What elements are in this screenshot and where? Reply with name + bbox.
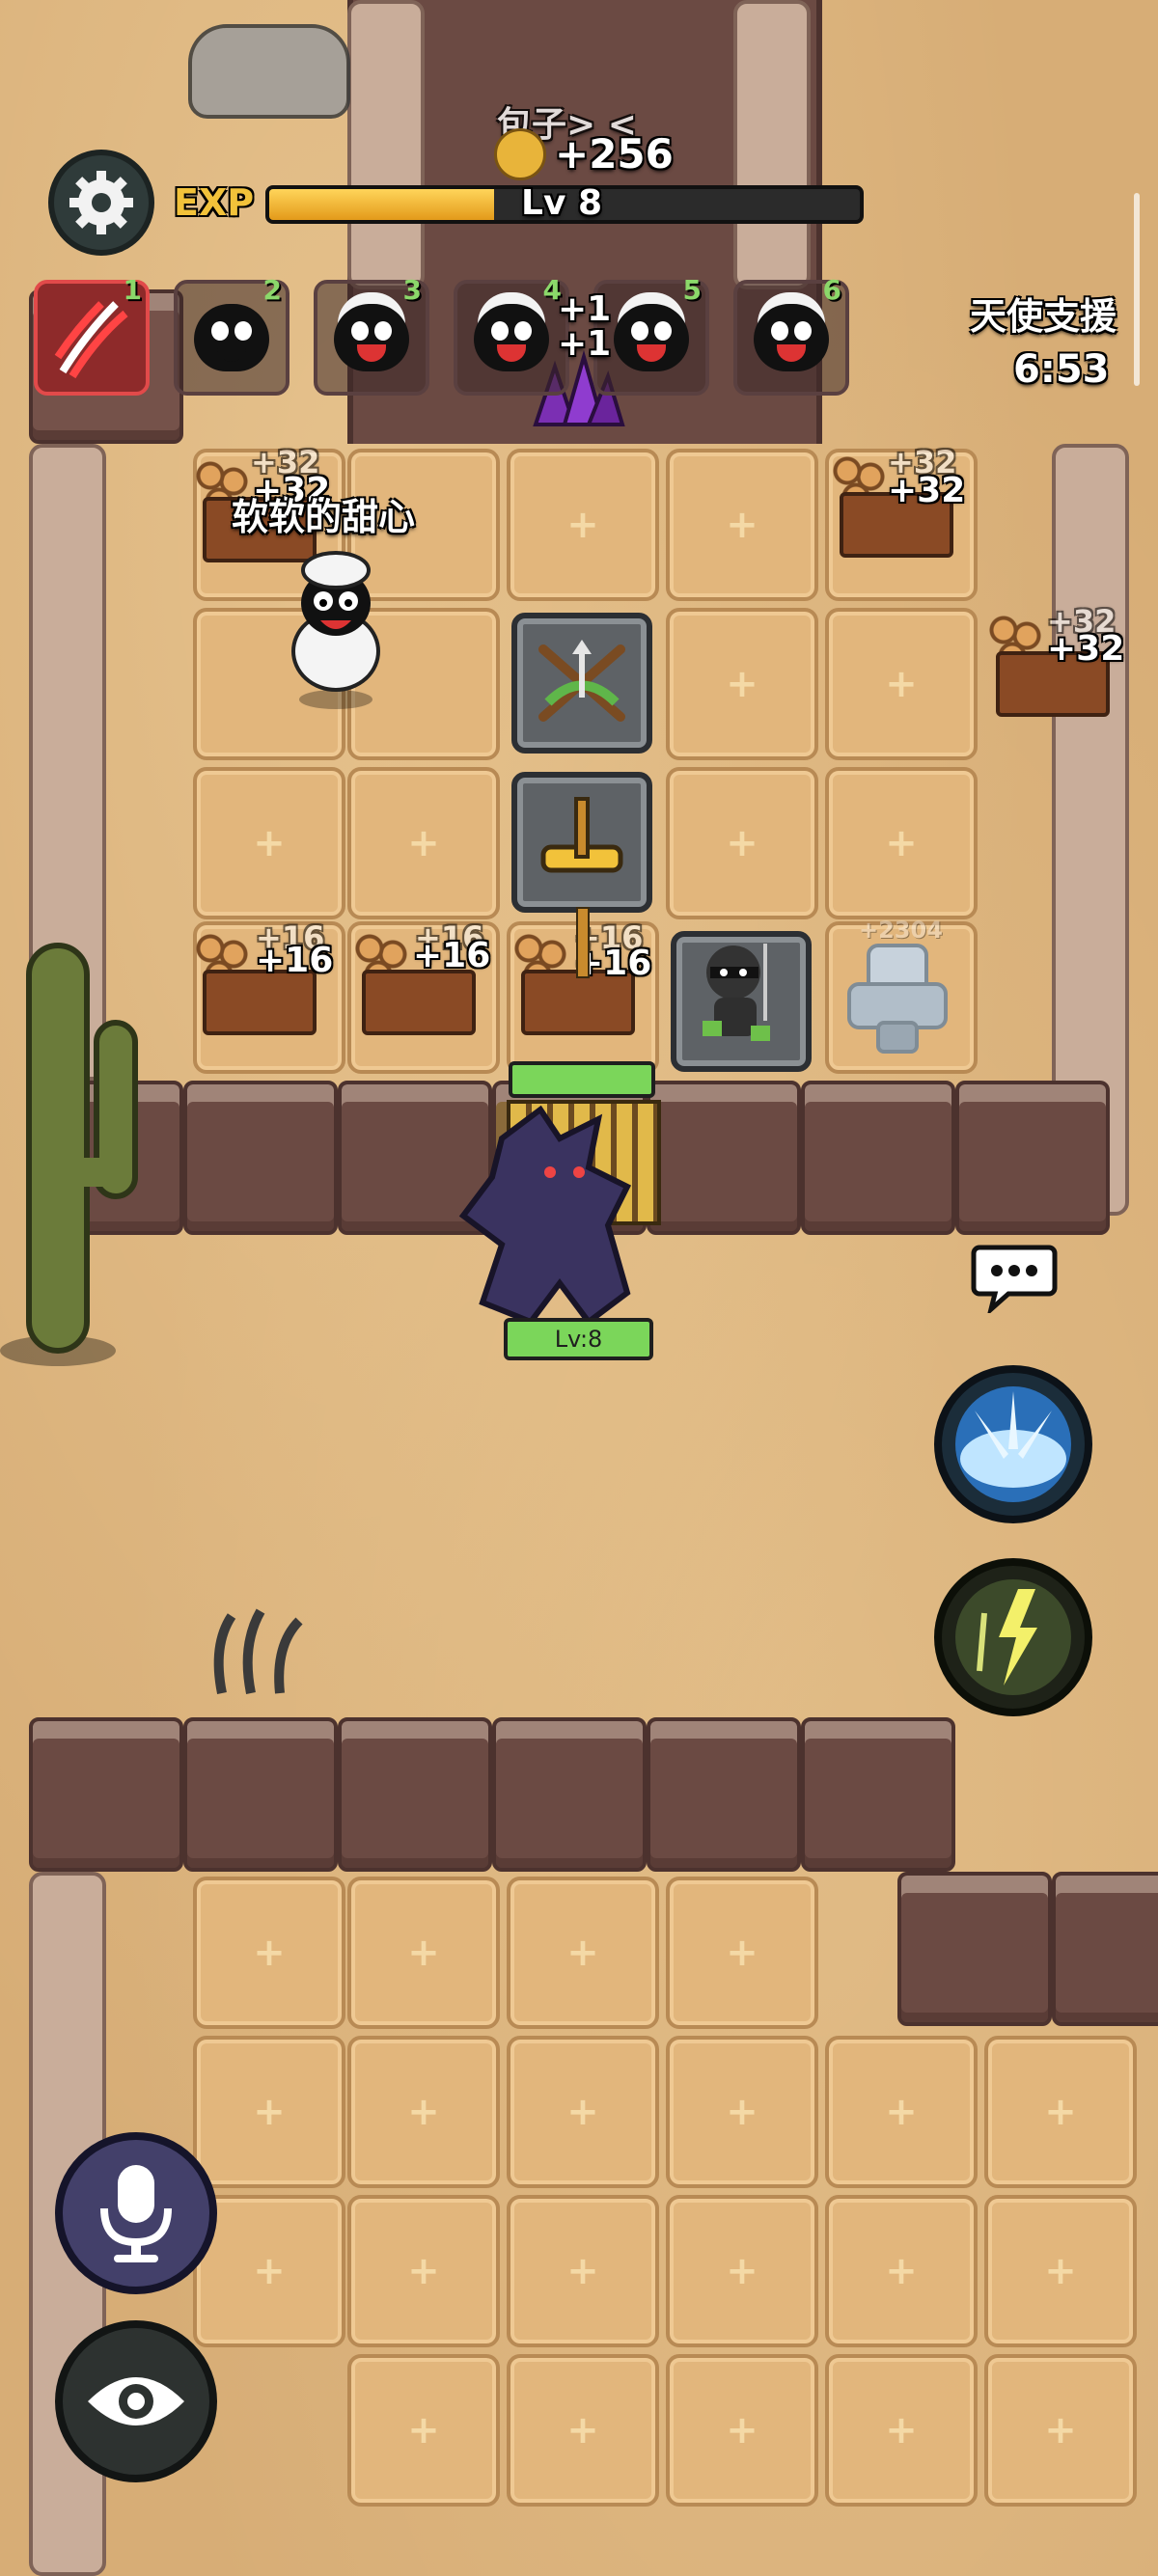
build-tile[interactable]: +: [666, 2195, 818, 2347]
build-tile[interactable]: +: [347, 2195, 500, 2347]
team-slot-number: 2: [262, 274, 282, 306]
ninja-turret[interactable]: [671, 931, 812, 1072]
boss-health-bar: [509, 1061, 655, 1098]
slot-overlay-gain-1: +1: [558, 289, 612, 329]
chat-button[interactable]: [970, 1240, 1059, 1317]
build-tile[interactable]: +: [666, 767, 818, 919]
build-tile[interactable]: +: [825, 608, 978, 760]
build-tile[interactable]: +: [825, 767, 978, 919]
lumber-yield-front: +16: [256, 941, 334, 980]
lightning-figure-icon: [955, 1579, 1071, 1695]
build-tile[interactable]: +: [347, 767, 500, 919]
boss-level: Lv:8: [554, 1326, 603, 1353]
build-tile[interactable]: +: [507, 2195, 659, 2347]
build-tile[interactable]: +: [825, 2354, 978, 2507]
microphone-button[interactable]: [55, 2132, 217, 2294]
lightning-skill-button[interactable]: [934, 1558, 1092, 1716]
lower-room-top-wall: [29, 1717, 955, 1872]
exp-bar-fill: [269, 189, 494, 220]
team-slot-number: 5: [682, 274, 702, 306]
crossbow-trap[interactable]: [511, 613, 652, 754]
bones: [203, 1606, 328, 1703]
top-wall-stone-left: [347, 0, 425, 289]
player-name: 软软的甜心: [232, 496, 416, 538]
black-sheep-icon: [194, 304, 269, 371]
build-tile[interactable]: +: [193, 767, 345, 919]
exp-label: EXP: [174, 181, 255, 224]
build-tile[interactable]: +: [347, 2036, 500, 2188]
scroll-indicator: [1134, 193, 1140, 386]
build-tile[interactable]: +: [507, 449, 659, 601]
animal-skull: [188, 24, 350, 119]
build-tile[interactable]: +: [347, 1877, 500, 2029]
eye-icon: [88, 2377, 184, 2425]
build-tile[interactable]: +: [193, 2036, 345, 2188]
lower-room-right-wall: [897, 1872, 1158, 2026]
build-tile[interactable]: +: [984, 2354, 1137, 2507]
cactus: [0, 926, 183, 1370]
lumber-yield-front: +32: [1047, 629, 1125, 669]
build-tile[interactable]: +: [666, 2036, 818, 2188]
build-tile[interactable]: +: [825, 2195, 978, 2347]
view-button[interactable]: [55, 2320, 217, 2482]
spike-pole: [576, 907, 590, 978]
claw-skill-icon: [54, 301, 128, 379]
boss-level-badge: Lv:8: [504, 1318, 653, 1360]
sheep-icon: [754, 304, 829, 371]
build-tile[interactable]: +: [666, 1877, 818, 2029]
build-tile[interactable]: +: [984, 2195, 1137, 2347]
team-slot-number: 3: [402, 274, 422, 306]
lumber-yield-front: +32: [888, 471, 966, 510]
team-slot-1[interactable]: 1: [34, 274, 150, 396]
build-tile[interactable]: +: [507, 2036, 659, 2188]
sheep-icon: [474, 304, 549, 371]
settings-button[interactable]: [48, 150, 154, 256]
turret-icon: [847, 944, 948, 1054]
team-slot-4[interactable]: 4: [454, 274, 569, 396]
top-gain: +256: [555, 130, 674, 178]
team-slot-number: 1: [123, 274, 142, 306]
build-tile[interactable]: +: [984, 2036, 1137, 2188]
crossbow-icon: [538, 640, 625, 722]
coin-icon: [494, 128, 546, 180]
sheep-icon: [334, 304, 409, 371]
sheep-icon: [614, 304, 689, 371]
build-tile[interactable]: +: [666, 449, 818, 601]
build-tile[interactable]: +: [507, 2354, 659, 2507]
microphone-icon: [100, 2165, 172, 2262]
team-slot-2[interactable]: 2: [174, 274, 290, 396]
support-timer: 6:53: [1013, 347, 1110, 392]
stone-turret[interactable]: [835, 941, 960, 1056]
build-tile[interactable]: +: [347, 2354, 500, 2507]
build-tile[interactable]: +: [507, 1877, 659, 2029]
spike-icon: [540, 797, 623, 873]
slot-overlay-gain-2: +1: [558, 324, 612, 364]
support-title: 天使支援: [970, 295, 1117, 338]
team-slot-6[interactable]: 6: [733, 274, 849, 396]
boss-werewolf: [444, 1100, 666, 1331]
spike-trap[interactable]: [511, 772, 652, 913]
top-wall-stone-right: [733, 0, 811, 289]
ninja-icon: [703, 944, 770, 1041]
team-slot-number: 6: [822, 274, 841, 306]
level-label: Lv 8: [521, 183, 602, 223]
ice-burst-icon: [955, 1386, 1071, 1502]
gear-icon: [69, 171, 133, 234]
chat-bubble-icon: [971, 1245, 1058, 1317]
lumber-yield-front: +16: [413, 936, 491, 975]
build-tile[interactable]: +: [825, 2036, 978, 2188]
turret-gain: +2304: [859, 917, 943, 944]
team-slot-3[interactable]: 3: [314, 274, 429, 396]
build-tile[interactable]: +: [666, 608, 818, 760]
build-tile[interactable]: +: [193, 1877, 345, 2029]
player-sheep[interactable]: [278, 545, 394, 709]
werewolf-icon: [458, 1105, 632, 1327]
build-tile[interactable]: +: [666, 2354, 818, 2507]
sheep-icon: [291, 551, 380, 709]
ice-burst-skill-button[interactable]: [934, 1365, 1092, 1523]
